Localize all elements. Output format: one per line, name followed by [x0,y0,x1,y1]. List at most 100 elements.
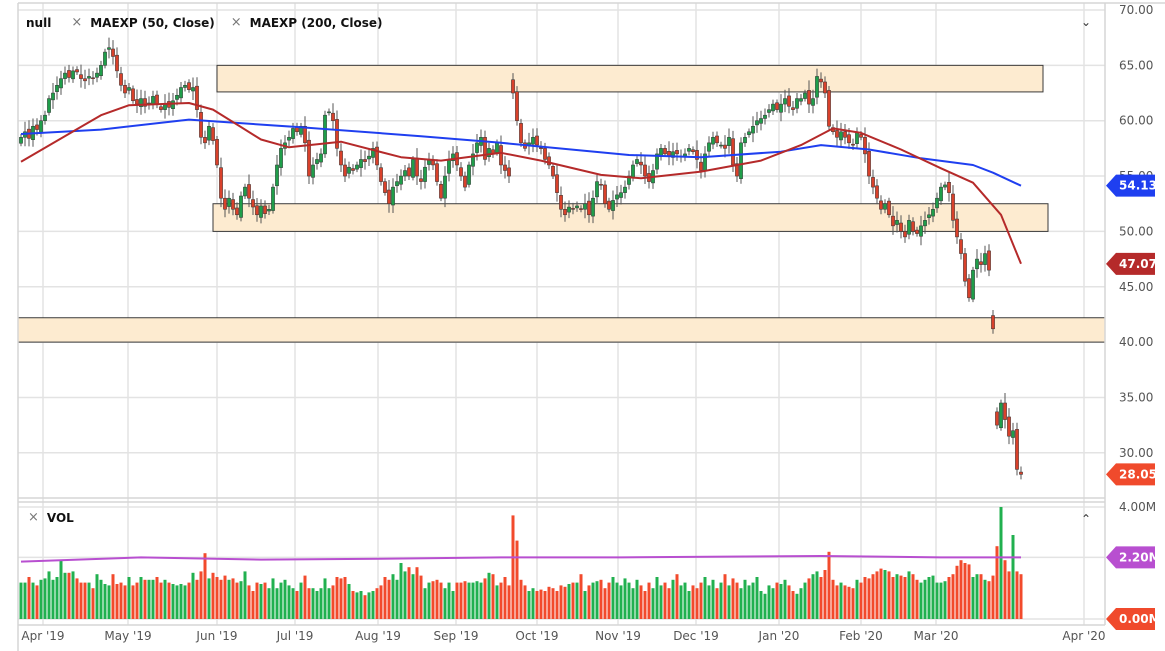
volume-bar [911,574,915,619]
volume-bar [107,585,111,619]
candle [139,89,143,115]
candle [199,104,203,145]
volume-bar [815,571,819,619]
volume-bar [987,581,991,619]
volume-bar [191,572,195,619]
volume-bar [507,585,511,619]
volume-bar [951,574,955,619]
volume-bar [791,591,795,619]
candle [111,40,115,65]
stock-chart[interactable]: 70.0065.0060.0055.0050.0045.0040.0035.00… [0,0,1165,651]
symbol-label: null [26,15,52,30]
candle [835,120,839,147]
volume-bar [131,585,135,619]
candle [767,104,771,118]
collapse-chevron-down-icon[interactable]: ⌄ [1081,15,1091,29]
volume-bar [87,582,91,619]
volume-bar [351,591,355,619]
volume-bar [491,574,495,619]
volume-bar [467,582,471,619]
volume-bar [451,591,455,619]
volume-bar [895,574,899,619]
candle [47,95,51,116]
candle [703,146,707,178]
volume-bar [99,579,103,619]
candle [503,156,507,179]
candle [775,99,779,113]
volume-bar [59,560,63,619]
candle [547,152,551,169]
candle [319,148,323,168]
price-zone[interactable] [17,317,1106,343]
candle [1003,393,1007,429]
candle [627,170,631,190]
volume-bar [399,563,403,619]
price-tick-label: 50.00 [1119,224,1153,238]
volume-bar [123,585,127,619]
price-zone[interactable] [216,64,1044,93]
volume-bar [551,588,555,619]
volume-bar [971,577,975,619]
candle [115,47,119,78]
volume-bar [63,572,67,619]
volume-bar [683,582,687,619]
ma200-value-tag: 54.13 [1119,179,1157,193]
volume-bar [591,582,595,619]
candle [431,155,435,170]
candle [839,122,843,148]
candle [599,178,603,190]
volume-bar [531,588,535,619]
remove-ma200-icon[interactable]: × [231,15,242,30]
volume-bar [511,515,515,619]
volume-bar [419,575,423,619]
collapse-chevron-up-icon[interactable]: ⌃ [1081,512,1091,526]
candle [527,132,531,155]
candle [939,182,943,205]
remove-ma50-icon[interactable]: × [71,15,82,30]
volume-bar [547,586,551,619]
candle [423,159,427,189]
candle [675,142,679,161]
candle [179,81,183,103]
candle [239,191,243,222]
volume-bar [223,575,227,619]
volume-bar [183,585,187,619]
volume-bar [871,574,875,619]
remove-volume-icon[interactable]: × [28,510,39,525]
candle [1011,422,1015,445]
volume-bar [243,571,247,619]
volume-bar [763,593,767,619]
volume-bar [151,579,155,619]
volume-bar [615,582,619,619]
candle [711,131,715,150]
volume-bar [919,582,923,619]
candle [623,180,627,199]
volume-bar [375,588,379,619]
date-tick-label: Dec '19 [673,629,719,643]
volume-bar [731,578,735,619]
candle [727,128,731,154]
volume-bar [767,585,771,619]
volume-bar [755,577,759,619]
volume-bar [471,582,475,619]
candle [435,159,439,186]
volume-bar [535,591,539,619]
candle [135,89,139,114]
volume-bar [523,585,527,619]
volume-bar [499,582,503,619]
candle [763,108,767,125]
volume-bar [443,588,447,619]
volume-bar [811,574,815,619]
candle [483,130,487,166]
volume-bar [631,588,635,619]
price-tick-label: 60.00 [1119,114,1153,128]
volume-bar [879,568,883,619]
volume-bar [271,578,275,619]
volume-legend: × VOL [28,510,74,525]
ma200-legend-label[interactable]: MAEXP (200, Close) [250,16,383,30]
ma50-legend-label[interactable]: MAEXP (50, Close) [90,16,215,30]
candle [671,142,675,166]
chart-legend: null × MAEXP (50, Close) × MAEXP (200, C… [26,15,382,30]
date-tick-label: Apr '20 [1062,629,1105,643]
volume-legend-label[interactable]: VOL [47,511,74,525]
